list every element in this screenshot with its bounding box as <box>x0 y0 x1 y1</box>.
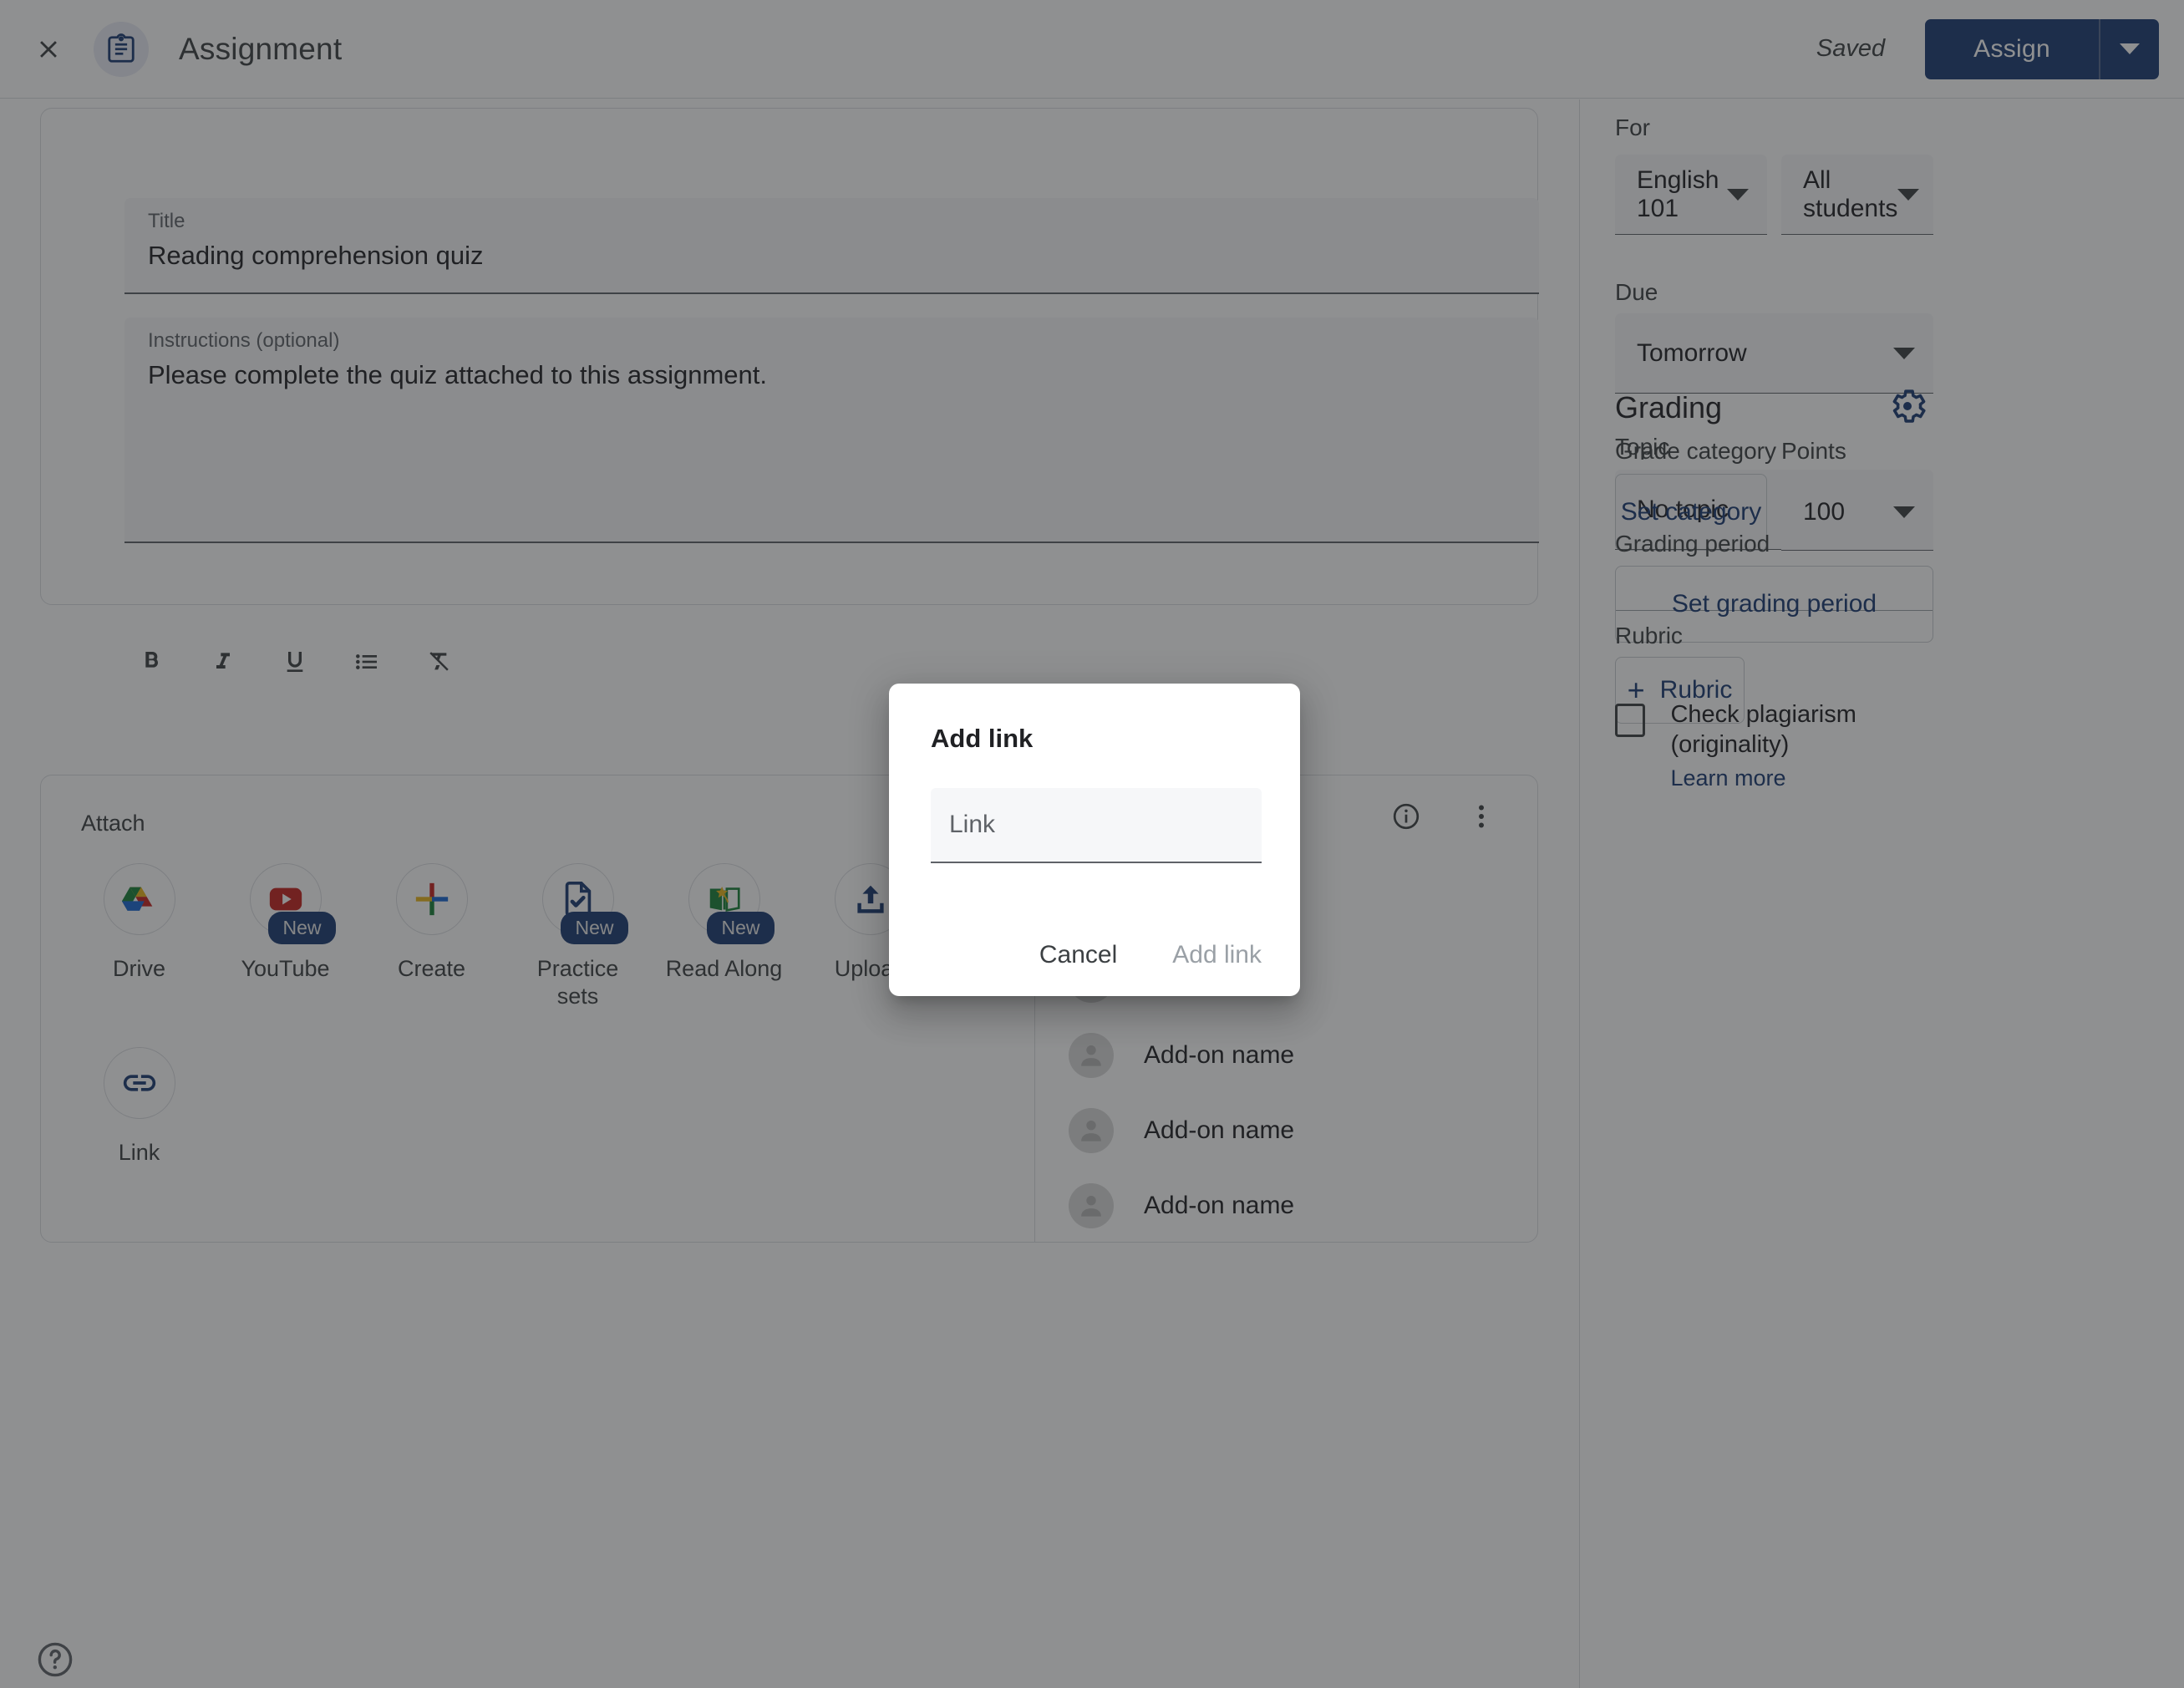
assignment-editor-screen: Assignment Saved Assign Title Reading co… <box>0 0 2184 1688</box>
dialog-actions: Cancel Add link <box>1023 929 1278 981</box>
dialog-title: Add link <box>931 724 1034 753</box>
cancel-button[interactable]: Cancel <box>1023 929 1134 981</box>
link-input-placeholder: Link <box>949 811 996 838</box>
add-link-submit-button[interactable]: Add link <box>1155 929 1278 981</box>
add-link-dialog: Add link Link Cancel Add link <box>889 684 1300 996</box>
link-input-wrapper[interactable]: Link <box>931 788 1262 863</box>
